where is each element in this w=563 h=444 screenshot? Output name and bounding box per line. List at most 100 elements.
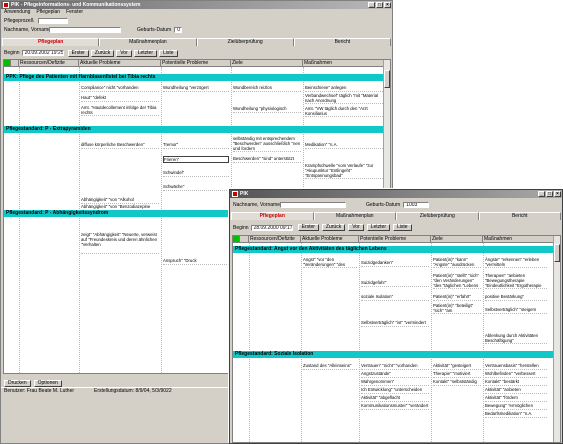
window-titlebar[interactable]: PIK _ □ × [230, 190, 562, 198]
maximize-icon[interactable]: □ [376, 2, 383, 8]
grid-cell[interactable]: Bewegung" "ermöglichen [485, 403, 547, 410]
grid-cell[interactable]: Wundbereich reizlos [233, 85, 301, 92]
grid-cell[interactable]: Suizidgedanken" [361, 260, 429, 267]
grid-cell[interactable]: Wundheilung "verzögert [163, 85, 229, 92]
next-button[interactable]: Vor [348, 224, 364, 231]
grid-cell[interactable]: soziale Isolation" [361, 294, 429, 301]
grid-cell[interactable]: Wohlbefinden" "verbessert [485, 371, 547, 378]
grid-cell[interactable]: Schwindel" [163, 170, 229, 177]
scroll-thumb[interactable] [554, 244, 560, 262]
next-button[interactable]: Vor [116, 49, 132, 57]
tab-pflegeplan[interactable]: Pflegeplan [231, 212, 314, 220]
grid-cell[interactable]: Aktivität" "gesteigert [433, 363, 481, 370]
grid-cell[interactable]: Selbstverträglich" "ist" "vermindert [361, 320, 429, 327]
section-band[interactable]: PPK: Pflege des Patienten mit Harnblasen… [4, 74, 385, 81]
col-resources[interactable]: Ressourcen/Defizite [249, 236, 301, 242]
back-button[interactable]: Zurück [321, 224, 346, 231]
grid-scrollbar[interactable] [553, 236, 560, 442]
col-measures[interactable]: Maßnahmen [483, 236, 555, 242]
print-button[interactable]: Drucken [4, 380, 31, 387]
grid-cell[interactable]: Aktivität" "fördern [485, 395, 547, 402]
grid-cell[interactable]: Ängste" "erkennen" "erleben "vermitteln [485, 257, 547, 268]
grid-cell[interactable]: Wahrgenommen" [361, 379, 429, 386]
col-current-problems[interactable]: Aktuelle Probleme [79, 60, 161, 66]
tab-massnahmenplan[interactable]: Maßnahmenplan [99, 38, 197, 46]
back-button[interactable]: Zurück [90, 49, 115, 57]
col-potential-problems[interactable]: Potentielle Probleme [161, 60, 231, 66]
window-titlebar[interactable]: PIK - Pflegeinformations- und Kommunikat… [1, 1, 392, 9]
grid-cell[interactable]: Zustand des "Alleinseins" [303, 363, 357, 370]
minimize-icon[interactable]: _ [538, 191, 545, 197]
grid-cell[interactable]: Suizidgefahr" [361, 280, 429, 287]
grid-cell[interactable]: Schwäche" [163, 184, 229, 191]
grid-cell[interactable]: Beinschiene" anlegen [305, 85, 383, 92]
grid-cell[interactable]: Ablenkung durch Aktivitäten Beschäftigun… [485, 333, 547, 344]
grid-cell[interactable]: Haut" "defekt [81, 95, 159, 102]
col-measures[interactable]: Maßnahmen [303, 60, 385, 66]
grid-cell[interactable]: Selbstverträglich" "steigern [485, 307, 547, 314]
col-goals[interactable]: Ziele [431, 236, 483, 242]
col-resources[interactable]: Ressourcen/Defizite [19, 60, 79, 66]
grid-cell[interactable]: Amt. "Hautdecollement infolge der Tibia … [81, 105, 159, 116]
tab-bericht[interactable]: Bericht [293, 38, 391, 46]
grid-cell[interactable]: Wundheilung "physiologisch [233, 106, 301, 113]
minimize-icon[interactable]: _ [368, 2, 375, 8]
grid-cell[interactable]: Vertrauen" "nicht" "vorhanden [361, 363, 429, 370]
grid-cell[interactable]: Vertrauensbasis" "herstellen [485, 363, 547, 370]
grid-cell[interactable]: Beschwerden" "sind" unterstützt [233, 156, 301, 163]
list-button[interactable]: Liste [393, 224, 412, 231]
first-button[interactable]: Erster [67, 49, 89, 57]
patient-process-field[interactable] [37, 18, 68, 24]
options-button[interactable]: Optionen [33, 380, 62, 387]
grid-cell[interactable]: Bedarfsmedikation" "n.A. [485, 411, 547, 418]
birth-field[interactable]: 0 [174, 27, 183, 33]
grid-cell[interactable]: Aktivität" "anbieten [485, 387, 547, 394]
grid-cell[interactable]: Anspruch" "Druck [163, 258, 229, 265]
grid-cell[interactable]: Kommunikationsmuster" "verändert [361, 403, 429, 410]
grid-cell[interactable]: Abhängigkeit" "von "Alkohol [81, 197, 159, 204]
grid-cell[interactable]: Therapie" "motiviert [433, 371, 481, 378]
grid-cell[interactable]: Compliance" nicht "vorhanden [81, 85, 159, 92]
grid-cell[interactable]: Aktivität" "abgeflacht [361, 395, 429, 402]
close-icon[interactable]: × [554, 191, 561, 197]
grid-cell[interactable]: Amt. "VW täglich durch den "Arzt Konsili… [305, 106, 383, 117]
name-field[interactable] [280, 202, 346, 208]
tab-pflegeplan[interactable]: Pflegeplan [2, 38, 100, 46]
section-band[interactable]: Pflegestandard: Soziale Isolation [233, 351, 555, 358]
grid-cell[interactable]: Krampfschwelle "vom Verlaufe" "zur "Akup… [305, 163, 383, 179]
grid-cell[interactable]: Angstzustände" [361, 371, 429, 378]
last-button[interactable]: Letzter [133, 49, 158, 57]
grid-cell[interactable]: diffuse körperliche Beschwerden" [81, 142, 159, 149]
scroll-thumb[interactable] [384, 70, 390, 88]
close-icon[interactable]: × [384, 2, 391, 8]
menu-anwendung[interactable]: Anwendung [4, 9, 30, 16]
date-field[interactable]: 20.09.2002 19:25 [21, 50, 64, 56]
grid-cell[interactable]: Patient(in)" "stellt" "sich" "den Veränd… [433, 273, 481, 289]
birth-field[interactable]: 1003 [403, 202, 430, 208]
grid-cell[interactable]: Patient(in)" "beteiligt" "sich" "am "The… [433, 303, 481, 314]
grid-cell[interactable]: Medikation" "n.A. [305, 142, 383, 149]
section-band[interactable]: Pflegestandard: P - Extrapyramiden [4, 126, 385, 133]
menu-fenster[interactable]: Fenster [66, 9, 83, 16]
grid-cell-editing[interactable]: Frieren" [163, 156, 229, 163]
last-button[interactable]: Letzter [366, 224, 391, 231]
first-button[interactable]: Erster [297, 224, 319, 231]
grid-cell[interactable]: Patient(in)" "erfahrt" "eine" "Angst" [433, 294, 481, 301]
menu-pflegeplan[interactable]: Pflegeplan [36, 9, 60, 16]
date-field[interactable]: 28.09.2000 09:17 [250, 224, 293, 231]
section-band[interactable]: Pflegestandard: Angst vor den Aktivitäte… [233, 246, 555, 253]
grid-cell[interactable]: Ich Entwicklung" "unterscheiden [361, 387, 429, 394]
grid-cell[interactable]: positive Bestärkung" [485, 294, 547, 301]
grid-cell[interactable]: Verbandwechsel" täglich "mit "Material n… [305, 93, 383, 104]
grid-cell[interactable]: zeigt" "Abhängigkeit" "Neuerte, verweist… [81, 232, 159, 254]
col-goals[interactable]: Ziele [231, 60, 303, 66]
grid-cell[interactable]: Kontakt" "bestärkt [485, 379, 547, 386]
tab-zielueberpruefung[interactable]: Zielüberprüfung [396, 212, 479, 220]
grid-cell[interactable]: Tremor" [163, 142, 229, 149]
list-button[interactable]: Liste [159, 49, 178, 57]
maximize-icon[interactable]: □ [546, 191, 553, 197]
col-current-problems[interactable]: Aktuelle Probleme [301, 236, 359, 242]
grid-cell[interactable]: Angst" "vor "den "Veränderungen" "des "t… [303, 257, 357, 268]
grid-cell[interactable]: Therapien" "anbieten "Bewegungstherapie … [485, 273, 547, 289]
col-potential-problems[interactable]: Potentielle Probleme [359, 236, 431, 242]
